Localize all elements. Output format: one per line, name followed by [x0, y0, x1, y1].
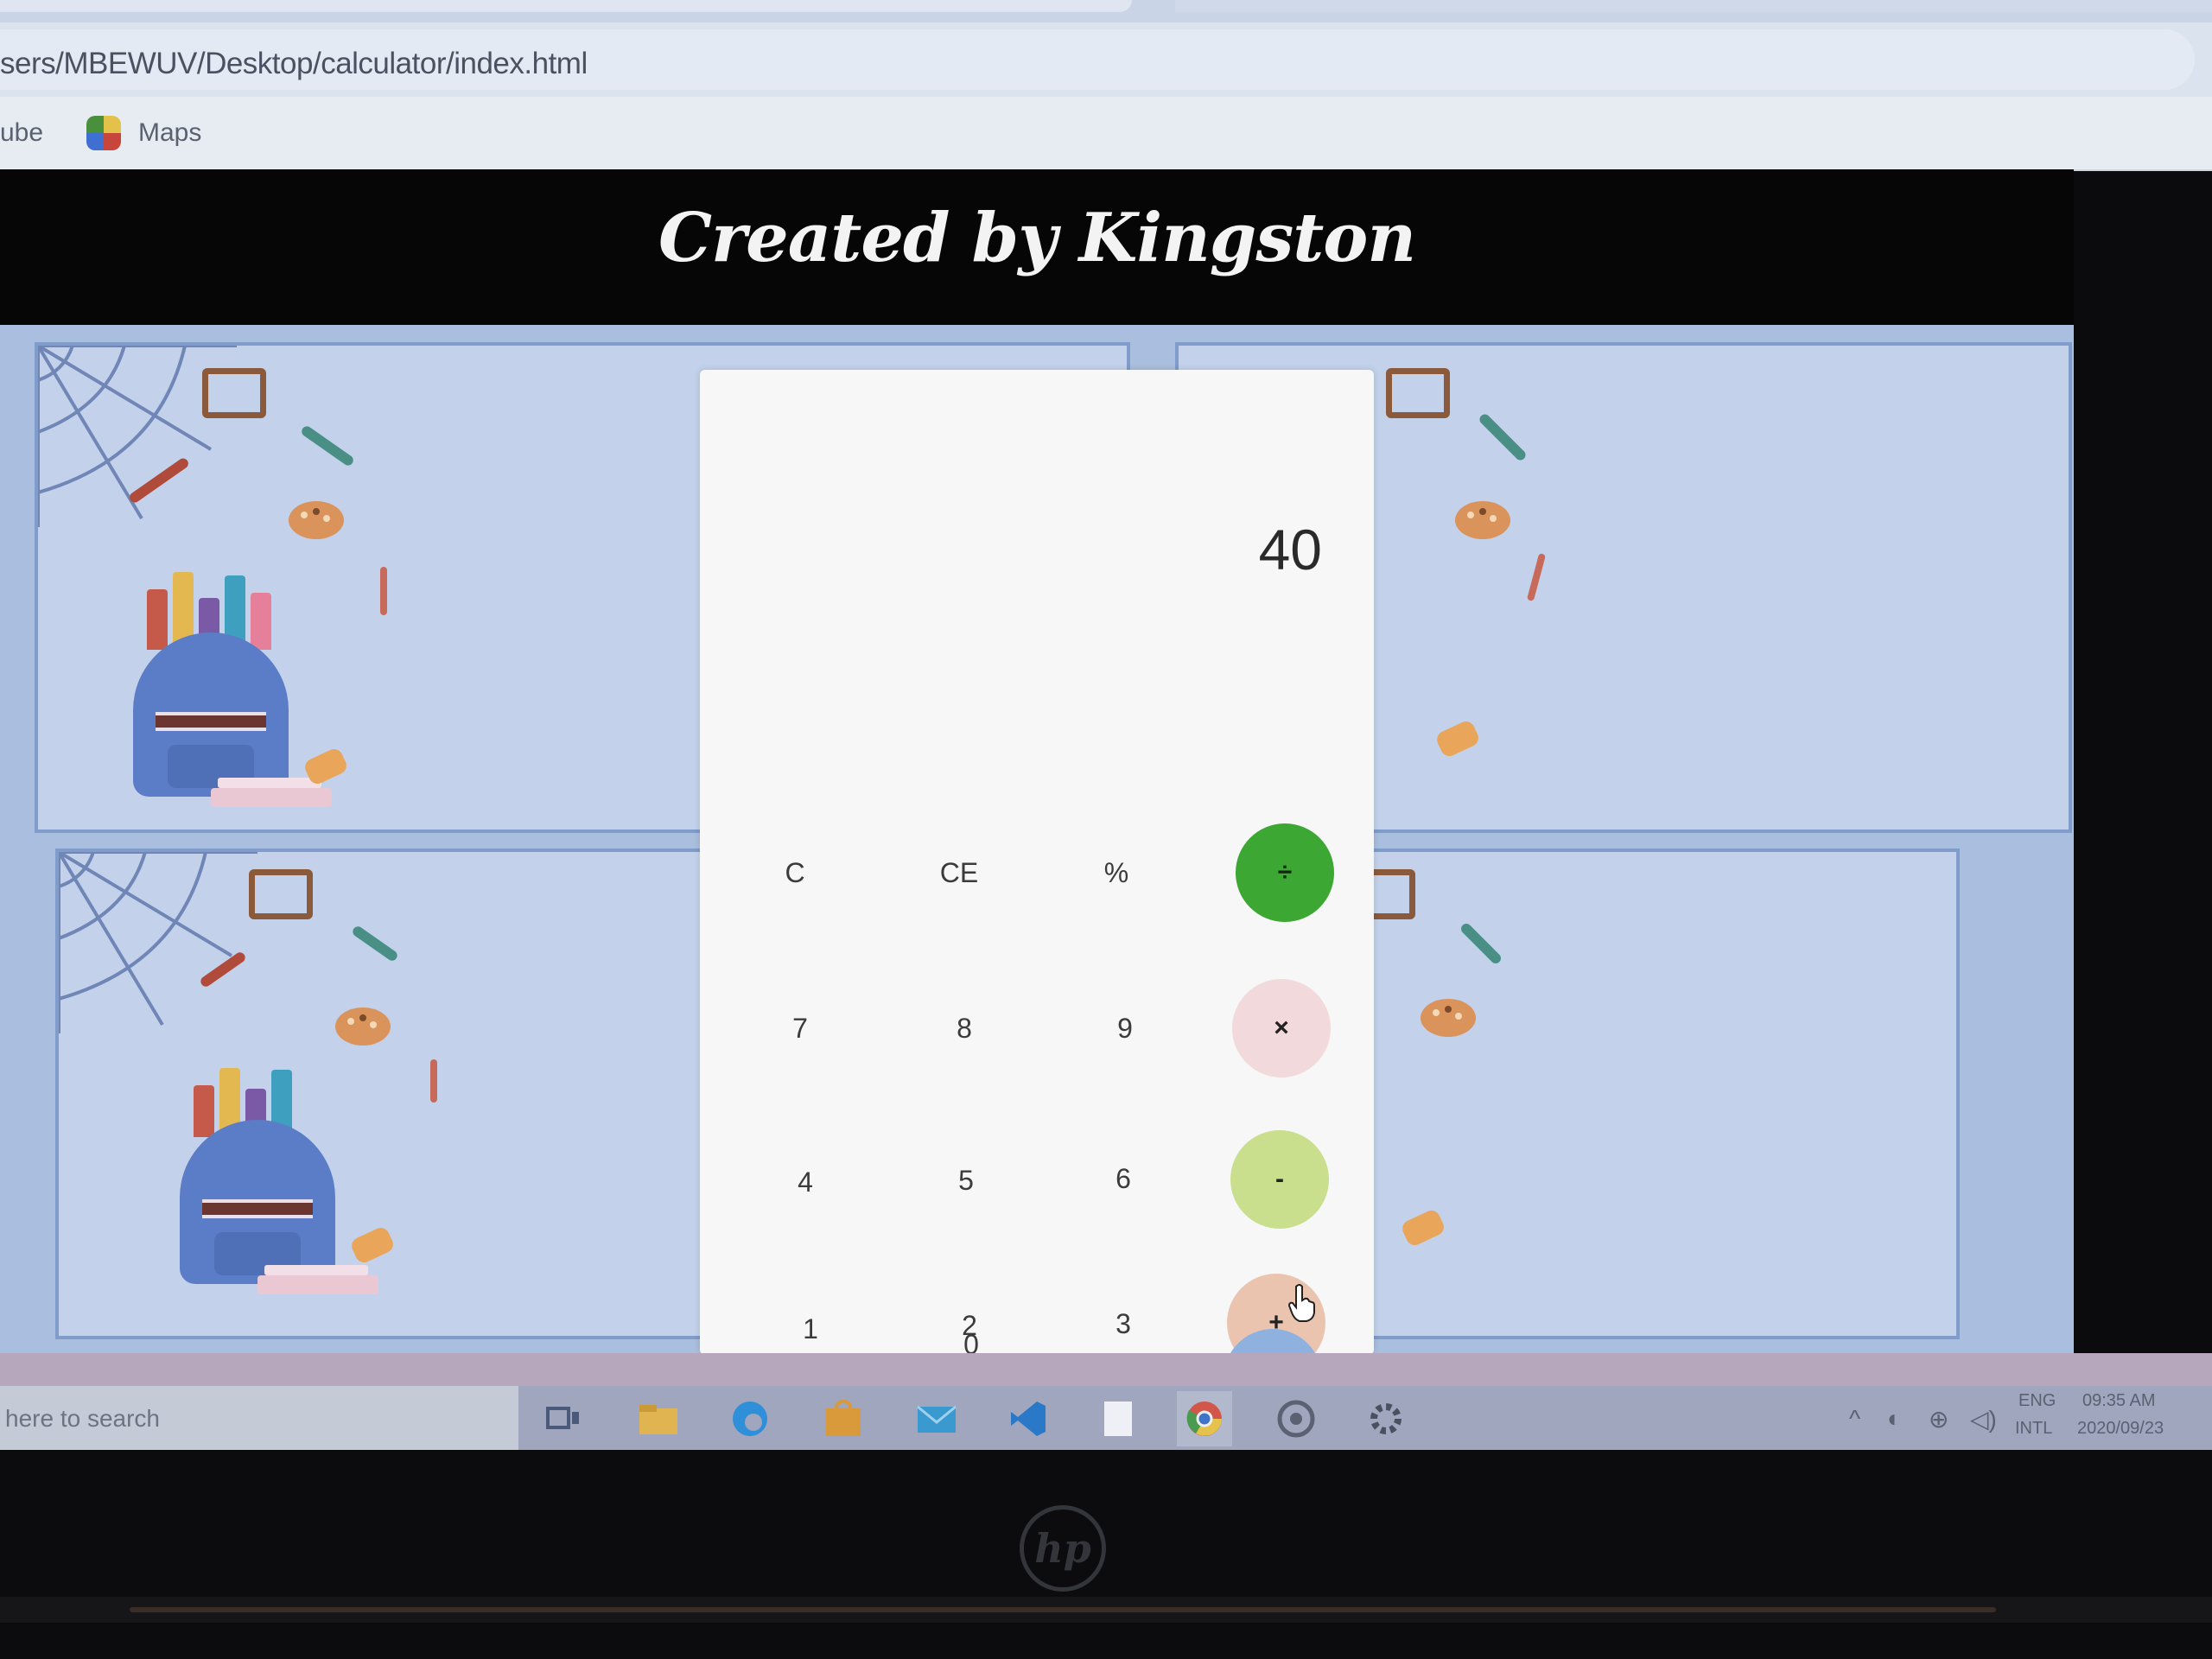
- palette-decoration: [1455, 501, 1510, 539]
- globe-icon[interactable]: ⊕: [1929, 1405, 1948, 1433]
- digit-5-button[interactable]: 5: [914, 1128, 1018, 1232]
- chrome-icon[interactable]: [1177, 1391, 1232, 1446]
- store-icon[interactable]: [816, 1391, 871, 1446]
- pencil-decoration: [1459, 921, 1503, 966]
- calculator: 40 C CE % ÷ 7 8 9 × 4 5 6 - 1 2 3 + 0 =: [700, 370, 1374, 1389]
- clock-time[interactable]: 09:35 AM: [2082, 1391, 2156, 1411]
- stick-decoration: [430, 1059, 437, 1103]
- volume-icon[interactable]: ◁): [1970, 1405, 1997, 1433]
- hp-logo: hp: [1020, 1505, 1106, 1592]
- laptop-hinge: [0, 1597, 2212, 1623]
- chevron-up-icon[interactable]: ^: [1849, 1405, 1860, 1433]
- palette-decoration: [335, 1007, 391, 1046]
- digit-7-button[interactable]: 7: [748, 976, 852, 1080]
- backpack-illustration: [180, 1059, 397, 1310]
- palette-decoration: [1421, 999, 1476, 1037]
- vscode-icon[interactable]: [1001, 1391, 1056, 1446]
- orange-decoration: [1433, 718, 1482, 760]
- bookmark-maps[interactable]: Maps: [86, 114, 201, 152]
- subtract-button[interactable]: -: [1230, 1130, 1329, 1229]
- multiply-button[interactable]: ×: [1232, 979, 1331, 1077]
- task-view-icon[interactable]: [536, 1391, 591, 1446]
- clear-button[interactable]: C: [743, 821, 847, 925]
- orange-decoration: [1399, 1207, 1447, 1249]
- mail-icon[interactable]: [909, 1391, 964, 1446]
- notepad-icon[interactable]: [1090, 1391, 1146, 1446]
- network-icon[interactable]: ◐: [1887, 1405, 1902, 1433]
- bookmark-label: ube: [0, 118, 44, 147]
- hand-cursor-icon: [1287, 1284, 1315, 1322]
- percent-button[interactable]: %: [1065, 821, 1168, 925]
- frame-decoration: [1386, 368, 1450, 418]
- digit-6-button[interactable]: 6: [1071, 1127, 1175, 1230]
- clock-date[interactable]: 2020/09/23: [2077, 1419, 2164, 1439]
- frame-decoration: [249, 869, 313, 919]
- address-bar: sers/MBEWUV/Desktop/calculator/index.htm…: [0, 22, 2212, 97]
- bookmarks-bar: ube Maps: [0, 97, 2212, 171]
- language-indicator[interactable]: ENG: [2018, 1391, 2056, 1411]
- laptop-bezel: hp: [0, 1450, 2212, 1659]
- digit-4-button[interactable]: 4: [753, 1130, 857, 1234]
- divide-button[interactable]: ÷: [1236, 823, 1334, 922]
- url-field[interactable]: sers/MBEWUV/Desktop/calculator/index.htm…: [0, 29, 2195, 90]
- taskbar-top-strip: [0, 1353, 2212, 1386]
- pencil-decoration: [350, 924, 400, 963]
- page-viewport: Created by Kingston 40 C CE % ÷ 7 8 9 × …: [0, 169, 2074, 1389]
- page-banner: Created by Kingston: [0, 169, 2074, 325]
- region-indicator: INTL: [2015, 1419, 2053, 1438]
- edge-icon[interactable]: [722, 1391, 778, 1446]
- search-placeholder: here to search: [5, 1405, 160, 1432]
- stick-decoration: [380, 567, 387, 615]
- cortana-icon[interactable]: [1268, 1391, 1324, 1446]
- tab-strip: [0, 0, 2212, 22]
- clear-entry-button[interactable]: CE: [907, 821, 1011, 925]
- digit-9-button[interactable]: 9: [1073, 976, 1177, 1080]
- settings-icon[interactable]: [1358, 1391, 1414, 1446]
- file-explorer-icon[interactable]: [631, 1391, 686, 1446]
- frame-decoration: [202, 368, 266, 418]
- calculator-display: 40: [1258, 518, 1322, 582]
- taskbar-search[interactable]: here to search: [0, 1386, 518, 1450]
- browser-tab-active[interactable]: [0, 0, 1132, 12]
- taskbar: here to search ^ ◐ ⊕ ◁) ENG INTL 09:35 A…: [0, 1353, 2212, 1450]
- palette-decoration: [289, 501, 344, 539]
- digit-8-button[interactable]: 8: [912, 976, 1016, 1080]
- stick-decoration: [1526, 552, 1547, 602]
- url-text[interactable]: sers/MBEWUV/Desktop/calculator/index.htm…: [0, 47, 588, 81]
- page-title: Created by Kingston: [658, 199, 1416, 277]
- pencil-decoration: [1478, 412, 1528, 462]
- maps-icon: [86, 116, 121, 150]
- bookmark-label: Maps: [138, 118, 202, 147]
- bookmark-youtube[interactable]: ube: [0, 114, 43, 152]
- browser-tab[interactable]: [1175, 0, 2212, 12]
- pencil-decoration: [299, 424, 356, 467]
- backpack-illustration: [133, 572, 350, 823]
- spiderweb-decoration: [59, 852, 257, 1033]
